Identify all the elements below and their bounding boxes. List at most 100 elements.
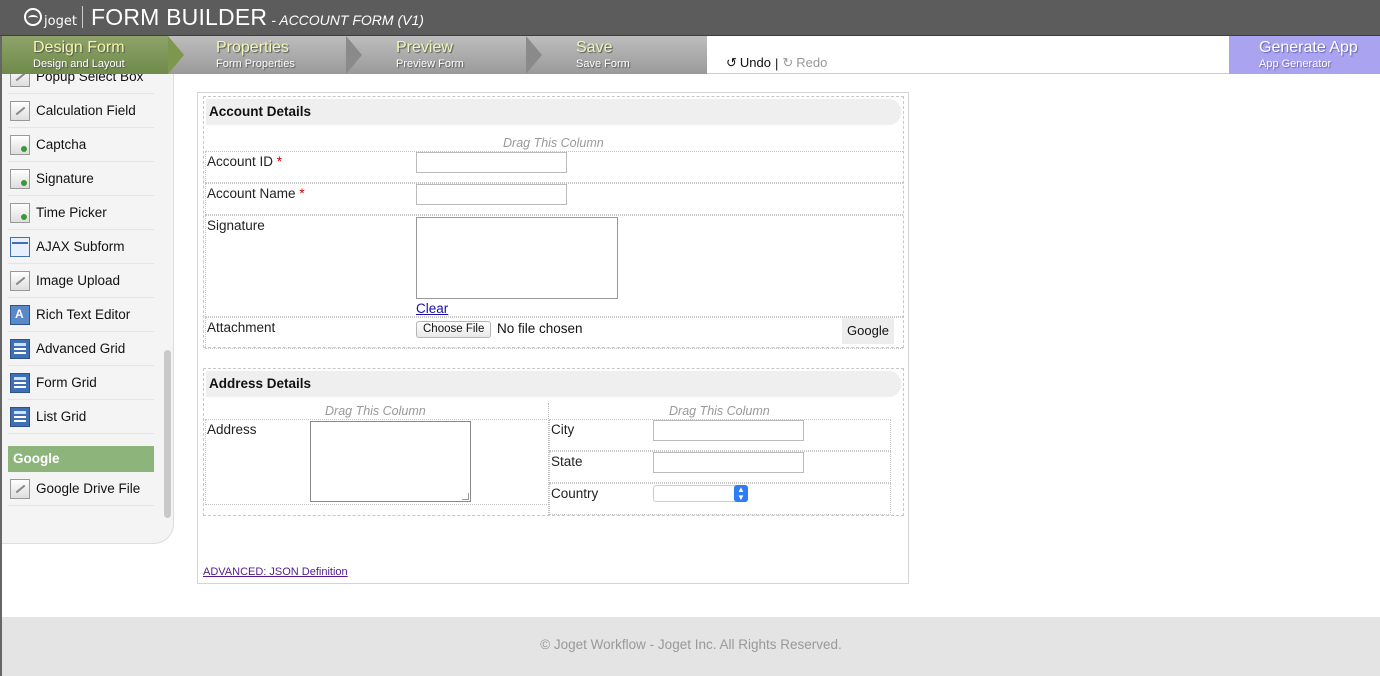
palette-item-ajax-subform[interactable]: AJAX Subform (8, 230, 154, 264)
step-arrow (346, 36, 362, 74)
palette-item-signature[interactable]: Signature (8, 162, 154, 196)
palette-item-time-picker[interactable]: Time Picker (8, 196, 154, 230)
drag-column-handle[interactable]: Drag This Column (503, 136, 604, 150)
palette-item-label: Popup Select Box (36, 74, 144, 84)
step-title: Properties (216, 39, 289, 56)
field-label-text: Account Name (207, 186, 296, 201)
redo-button[interactable]: ↻ Redo (782, 55, 827, 71)
palette-item-label: Form Grid (36, 375, 97, 390)
field-account-name[interactable]: Account Name * (205, 183, 903, 215)
step-arrow (168, 36, 184, 74)
top-header: joget FORM BUILDER - ACCOUNT FORM (V1) (0, 0, 1380, 36)
field-address[interactable]: Address (205, 419, 547, 505)
field-label: State (551, 454, 583, 469)
field-signature[interactable]: Signature Clear (205, 215, 903, 317)
palette-item-captcha[interactable]: Captcha (8, 128, 154, 162)
page-title: FORM BUILDER - ACCOUNT FORM (V1) (91, 4, 424, 31)
step-design-form[interactable]: Design Form Design and Layout (0, 36, 168, 74)
palette-item-advanced-grid[interactable]: Advanced Grid (8, 332, 154, 366)
undo-icon: ↺ (726, 55, 737, 70)
section-address-details[interactable]: Address Details Drag This Column Drag Th… (203, 368, 904, 516)
city-input[interactable] (653, 420, 804, 441)
signature-pad[interactable] (416, 217, 618, 299)
field-state[interactable]: State (549, 451, 891, 483)
page-footer: © Joget Workflow - Joget Inc. All Rights… (2, 617, 1380, 676)
drag-column-handle[interactable]: Drag This Column (669, 404, 770, 418)
step-properties[interactable]: Properties Form Properties (216, 36, 295, 74)
palette-item-list-grid[interactable]: List Grid (8, 400, 154, 434)
field-label: Account ID * (207, 154, 282, 169)
palette-item-label: Calculation Field (36, 103, 136, 118)
google-drive-button[interactable]: Google (842, 318, 894, 344)
field-label: Country (551, 486, 599, 501)
palette-item-popup-select-box[interactable]: Popup Select Box (8, 74, 154, 94)
resize-grip-icon[interactable] (462, 493, 469, 500)
field-label: Signature (207, 218, 265, 233)
palette-item-label: List Grid (36, 409, 87, 424)
step-preview[interactable]: Preview Preview Form (396, 36, 464, 74)
palette-item-label: Captcha (36, 137, 87, 152)
field-attachment[interactable]: Attachment Choose File No file chosen Go… (205, 317, 903, 349)
joget-logo[interactable]: joget (24, 4, 77, 30)
field-country[interactable]: Country ▲ ▼ (549, 483, 891, 515)
header-divider (82, 6, 83, 28)
select-chevron-icon: ▲ ▼ (734, 485, 748, 502)
account-name-input[interactable] (416, 184, 567, 205)
palette-item-label: Google Drive File (36, 481, 141, 496)
field-account-id[interactable]: Account ID * (205, 151, 903, 183)
palette-item-form-grid[interactable]: Form Grid (8, 366, 154, 400)
step-title: Preview (396, 39, 453, 56)
grid-icon (10, 406, 30, 427)
state-input[interactable] (653, 452, 804, 473)
step-title: Design Form (33, 39, 125, 56)
required-marker: * (299, 186, 305, 201)
signature-clear-link[interactable]: Clear (416, 301, 448, 316)
palette-item-label: Signature (36, 171, 94, 186)
choose-file-button[interactable]: Choose File (416, 321, 492, 338)
palette-item-label: AJAX Subform (36, 239, 125, 254)
element-palette: Popup Select Box Calculation Field Captc… (2, 74, 174, 544)
drag-column-handle[interactable]: Drag This Column (325, 404, 426, 418)
section-title: Address Details (206, 371, 901, 397)
step-subtitle: Save Form (576, 58, 630, 70)
palette-list: Popup Select Box Calculation Field Captc… (8, 74, 154, 506)
palette-item-label: Image Upload (36, 273, 121, 288)
palette-scrollbar[interactable] (164, 350, 171, 518)
steps-bar: Design Form Design and Layout Properties… (0, 36, 1380, 74)
palette-item-label: Time Picker (36, 205, 107, 220)
step-title: Save (576, 39, 613, 56)
undo-redo-separator: | (774, 55, 779, 71)
account-id-input[interactable] (416, 152, 567, 173)
section-title: Account Details (206, 99, 901, 125)
pencil-icon (10, 270, 30, 291)
form-canvas: Account Details Drag This Column Account… (197, 92, 909, 584)
undo-button[interactable]: ↺ Undo (726, 55, 771, 71)
logo-text: joget (44, 13, 77, 29)
field-label: City (551, 422, 575, 437)
generate-app-button[interactable]: Generate App App Generator (1229, 36, 1380, 74)
pencil-icon (10, 478, 30, 499)
generate-title: Generate App (1259, 39, 1358, 56)
palette-item-rich-text-editor[interactable]: Rich Text Editor (8, 298, 154, 332)
palette-item-label: Advanced Grid (36, 341, 126, 356)
palette-item-calculation-field[interactable]: Calculation Field (8, 94, 154, 128)
field-label: Attachment (207, 320, 276, 335)
section-account-details[interactable]: Account Details Drag This Column Account… (203, 96, 904, 349)
pencil-icon (10, 74, 30, 87)
palette-item-image-upload[interactable]: Image Upload (8, 264, 154, 298)
pencil-icon (10, 100, 30, 121)
undo-label: Undo (739, 55, 771, 70)
advanced-json-link[interactable]: ADVANCED: JSON Definition (203, 566, 348, 578)
joget-logo-icon (24, 8, 42, 26)
palette-group-google[interactable]: Google (8, 446, 154, 472)
field-city[interactable]: City (549, 419, 891, 451)
redo-label: Redo (796, 55, 828, 70)
field-label-text: Account ID (207, 154, 274, 169)
country-select[interactable]: ▲ ▼ (653, 485, 748, 502)
step-save[interactable]: Save Save Form (576, 36, 630, 74)
grid-icon (10, 372, 30, 393)
plugin-icon (10, 168, 30, 189)
address-textarea[interactable] (310, 421, 471, 502)
palette-item-google-drive-file[interactable]: Google Drive File (8, 472, 154, 506)
plugin-icon (10, 134, 30, 155)
